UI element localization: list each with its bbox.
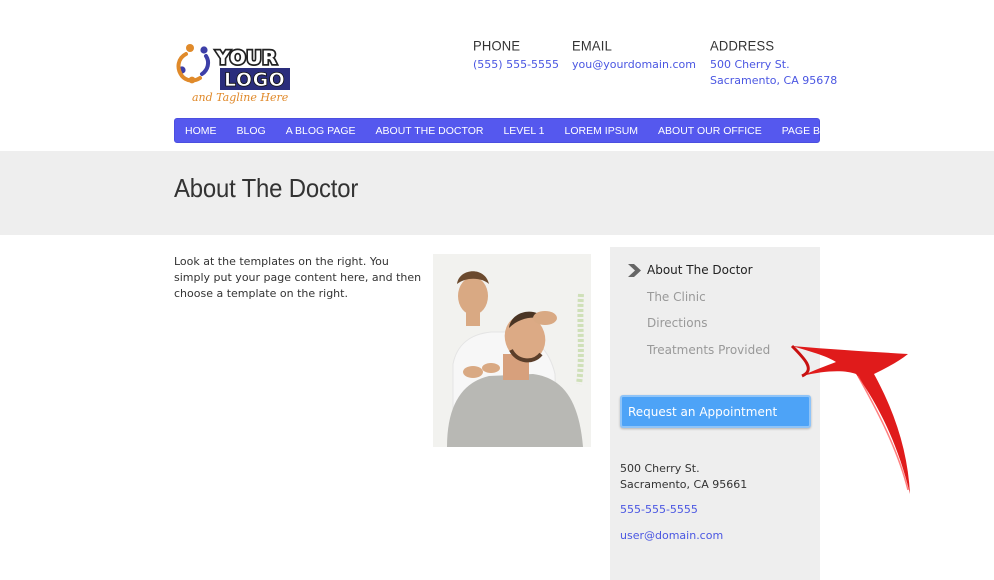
sidebar-phone-link[interactable]: 555-555-5555	[620, 503, 698, 516]
main-nav: HOME BLOG A BLOG PAGE ABOUT THE DOCTOR L…	[174, 118, 820, 143]
nav-item-lorem-ipsum[interactable]: LOREM IPSUM	[565, 125, 639, 137]
sidebar-item-label: The Clinic	[647, 289, 706, 304]
header-address: ADDRESS 500 Cherry St. Sacramento, CA 95…	[710, 37, 837, 89]
nav-item-home[interactable]: HOME	[185, 125, 217, 137]
sidebar-item-label: About The Doctor	[647, 263, 753, 277]
header-phone: PHONE (555) 555-5555	[473, 37, 559, 73]
nav-item-a-blog-page[interactable]: A BLOG PAGE	[286, 125, 356, 137]
svg-text:YOUR: YOUR	[215, 47, 277, 69]
nav-item-level-1[interactable]: LEVEL 1	[503, 125, 544, 137]
header-email: EMAIL you@yourdomain.com	[572, 37, 696, 73]
nav-item-about-our-office[interactable]: ABOUT OUR OFFICE	[658, 125, 762, 137]
intro-text: Look at the templates on the right. You …	[174, 255, 422, 300]
sidebar-item-about-the-doctor[interactable]: About The Doctor	[610, 261, 820, 288]
nav-item-blog[interactable]: BLOG	[237, 125, 266, 137]
sidebar-address: 500 Cherry St. Sacramento, CA 95661	[620, 461, 747, 493]
nav-item-page-b[interactable]: PAGE B	[782, 125, 820, 137]
sidebar-address-line-1: 500 Cherry St.	[620, 462, 700, 475]
logo-tagline: and Tagline Here	[192, 91, 289, 104]
svg-text:LOGO: LOGO	[224, 69, 285, 91]
phone-link[interactable]: (555) 555-5555	[473, 57, 559, 73]
address-line-1[interactable]: 500 Cherry St.	[710, 57, 837, 73]
sidebar-address-line-2: Sacramento, CA 95661	[620, 478, 748, 491]
email-link[interactable]: you@yourdomain.com	[572, 57, 696, 73]
address-heading: ADDRESS	[710, 37, 775, 54]
sidebar-item-label: Treatments Provided	[647, 342, 771, 357]
sidebar-item-directions[interactable]: Directions	[610, 314, 820, 341]
doctor-patient-photo	[433, 254, 591, 447]
sidebar: About The Doctor The Clinic Directions T…	[610, 247, 820, 580]
sidebar-item-label: Directions	[647, 316, 708, 330]
sidebar-email-link[interactable]: user@domain.com	[620, 529, 723, 542]
email-heading: EMAIL	[572, 37, 613, 54]
chevron-right-icon	[628, 264, 641, 277]
address-line-2[interactable]: Sacramento, CA 95678	[710, 73, 837, 89]
sidebar-item-the-clinic[interactable]: The Clinic	[610, 288, 820, 315]
sidebar-item-treatments-provided[interactable]: Treatments Provided	[610, 341, 820, 368]
page-title: About The Doctor	[174, 173, 359, 203]
request-appointment-button[interactable]: Request an Appointment	[620, 395, 811, 428]
phone-heading: PHONE	[473, 37, 521, 54]
page-title-band: About The Doctor	[0, 151, 994, 235]
nav-item-about-the-doctor[interactable]: ABOUT THE DOCTOR	[376, 125, 484, 137]
sidebar-menu: About The Doctor The Clinic Directions T…	[610, 261, 820, 367]
